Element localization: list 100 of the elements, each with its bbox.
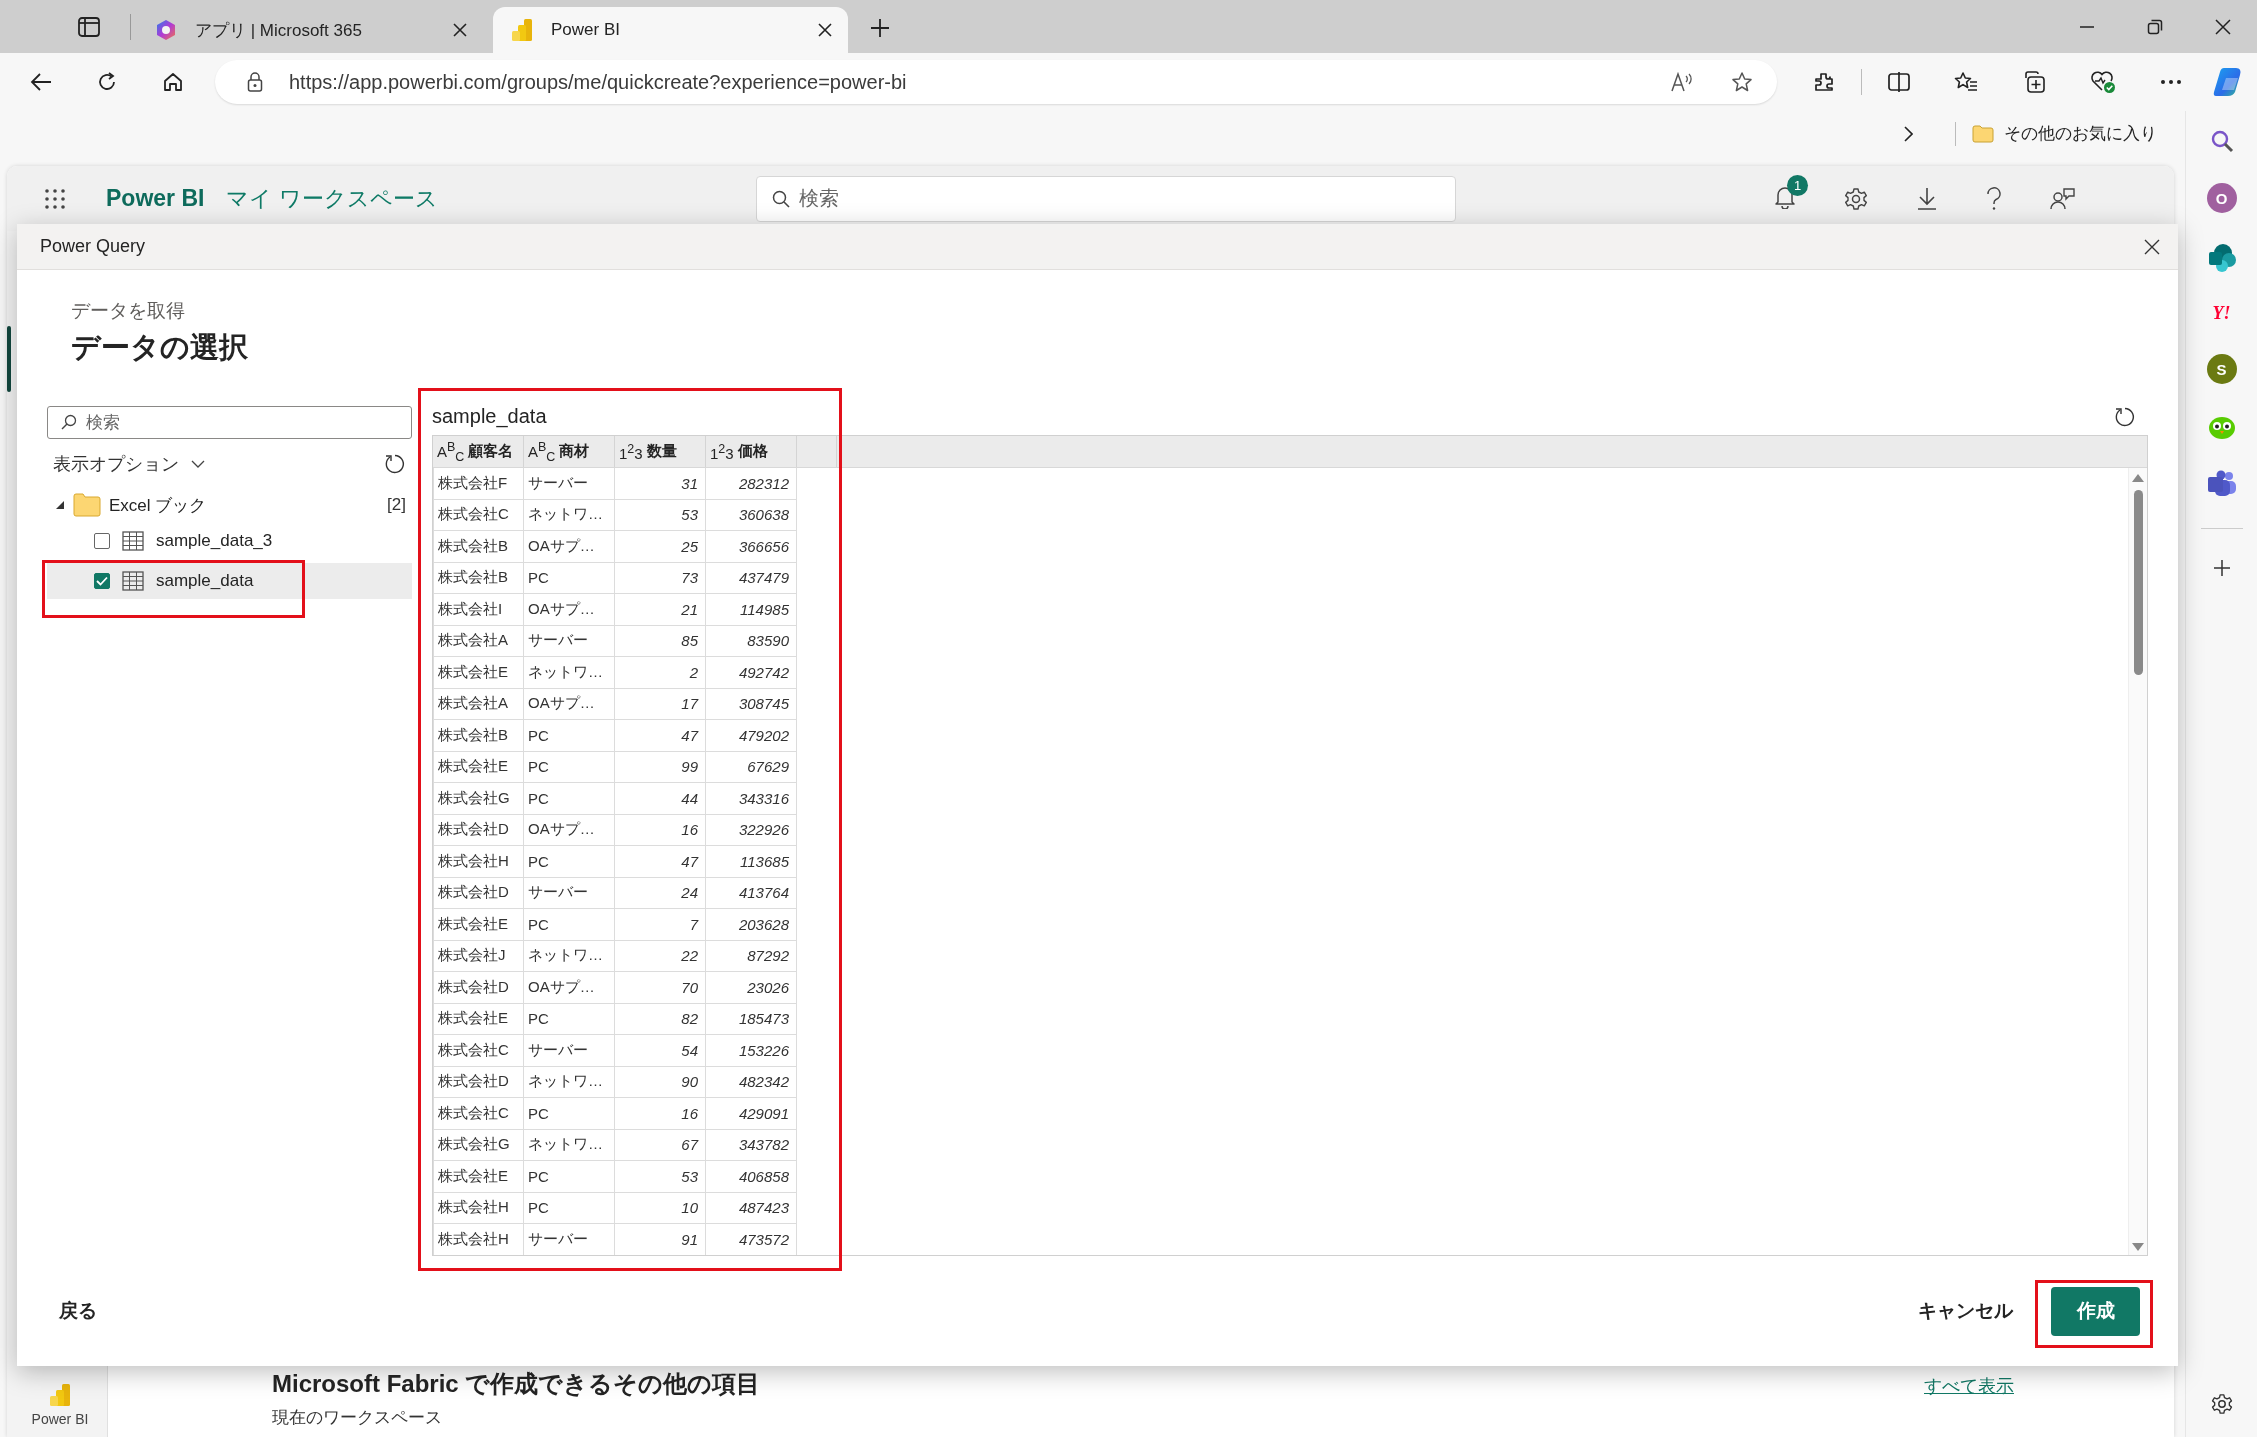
tree-folder[interactable]: Excel ブック [2] bbox=[47, 487, 412, 523]
table-cell: ネットワ… bbox=[524, 657, 615, 689]
table-cell: 482342 bbox=[706, 1066, 797, 1098]
favorites-folder[interactable]: その他のお気に入り bbox=[1972, 122, 2157, 145]
expand-triangle-icon[interactable] bbox=[55, 500, 65, 510]
refresh-button[interactable] bbox=[384, 453, 406, 475]
search-icon bbox=[61, 414, 77, 430]
column-header[interactable]: 1$^{2}$3 価格 bbox=[706, 436, 797, 467]
table-cell: 360638 bbox=[706, 499, 797, 531]
browser-tab[interactable]: Power BI bbox=[493, 7, 848, 53]
close-window-button[interactable] bbox=[2215, 19, 2231, 35]
workspace-link[interactable]: マイ ワークスペース bbox=[226, 183, 438, 214]
table-cell: 479202 bbox=[706, 720, 797, 752]
help-icon[interactable] bbox=[1986, 186, 2002, 211]
app-launcher-icon[interactable] bbox=[44, 187, 66, 210]
create-button[interactable]: 作成 bbox=[2051, 1286, 2140, 1336]
column-header[interactable]: A$^{B}$$_{C}$ 商材 bbox=[524, 436, 615, 467]
table-cell: サーバー bbox=[524, 1224, 615, 1255]
table-cell: 73 bbox=[615, 562, 706, 594]
new-tab-button[interactable] bbox=[870, 18, 890, 38]
table-cell: 406858 bbox=[706, 1161, 797, 1193]
settings-icon[interactable] bbox=[2210, 1393, 2233, 1415]
sharepoint-circles-icon[interactable] bbox=[2206, 243, 2237, 273]
tree-item[interactable]: sample_data_3 bbox=[47, 523, 412, 559]
feedback-icon[interactable] bbox=[2050, 186, 2076, 211]
owl-icon[interactable] bbox=[2207, 414, 2236, 440]
table-cell: PC bbox=[524, 1003, 615, 1035]
scrollbar[interactable] bbox=[2128, 468, 2147, 1255]
table-cell: 17 bbox=[615, 688, 706, 720]
back-button[interactable] bbox=[30, 72, 52, 92]
settings-icon[interactable] bbox=[1844, 186, 1868, 211]
collections-button[interactable] bbox=[2022, 70, 2046, 94]
close-dialog-button[interactable] bbox=[2144, 238, 2160, 255]
refresh-button[interactable] bbox=[2114, 405, 2136, 428]
app-avatar[interactable]: S bbox=[2206, 354, 2237, 384]
cancel-button[interactable]: キャンセル bbox=[1914, 1292, 2017, 1330]
app-avatar[interactable]: O bbox=[2206, 183, 2237, 213]
restore-button[interactable] bbox=[2147, 19, 2163, 35]
see-all-link[interactable]: すべて表示 bbox=[1924, 1374, 2014, 1398]
table-cell: 91 bbox=[615, 1224, 706, 1255]
search-field[interactable]: 検索 bbox=[47, 406, 412, 439]
yahoo-logo-icon[interactable]: Y! bbox=[2212, 303, 2231, 324]
browser-health-icon[interactable] bbox=[2090, 70, 2116, 94]
favorites-button[interactable] bbox=[1954, 71, 1978, 93]
refresh-button[interactable] bbox=[96, 71, 118, 93]
table-cell: 437479 bbox=[706, 562, 797, 594]
product-name[interactable]: Power BI bbox=[106, 185, 205, 212]
table-cell: 31 bbox=[615, 468, 706, 500]
column-header[interactable]: 1$^{2}$3 数量 bbox=[615, 436, 706, 467]
close-tab-button[interactable] bbox=[453, 23, 467, 37]
table-cell: 308745 bbox=[706, 688, 797, 720]
power-bi-nav-item[interactable]: Power BI bbox=[7, 1377, 107, 1437]
tree-item[interactable]: sample_data bbox=[47, 563, 412, 599]
more-options-icon[interactable] bbox=[2160, 79, 2182, 85]
tab-actions-icon[interactable] bbox=[78, 17, 100, 37]
favorite-star-button[interactable] bbox=[1731, 71, 1753, 93]
close-tab-button[interactable] bbox=[818, 23, 832, 37]
table-cell: 343782 bbox=[706, 1129, 797, 1161]
table-cell: 株式会社C bbox=[433, 1098, 524, 1130]
dialog-heading: データの選択 bbox=[71, 330, 249, 365]
checkbox[interactable] bbox=[94, 533, 110, 549]
table-cell: 株式会社H bbox=[433, 846, 524, 878]
table-cell: 366656 bbox=[706, 531, 797, 563]
table-cell: 株式会社E bbox=[433, 751, 524, 783]
table-cell: 203628 bbox=[706, 909, 797, 941]
table-cell: 株式会社B bbox=[433, 720, 524, 752]
table-cell: 23026 bbox=[706, 972, 797, 1004]
table-cell: 87292 bbox=[706, 940, 797, 972]
chevron-right-icon[interactable] bbox=[1903, 125, 1913, 142]
scroll-down-button[interactable] bbox=[2132, 1243, 2144, 1251]
table-cell: PC bbox=[524, 846, 615, 878]
split-screen-button[interactable] bbox=[1888, 72, 1910, 92]
read-aloud-button[interactable] bbox=[1671, 72, 1695, 92]
notification-bell-icon[interactable] bbox=[1774, 184, 1796, 209]
home-button[interactable] bbox=[162, 71, 184, 93]
scrollbar-thumb[interactable] bbox=[2133, 490, 2143, 675]
data-type-icon[interactable]: 1$^{2}$3 bbox=[710, 441, 734, 462]
address-bar[interactable]: https://app.powerbi.com/groups/me/quickcreate?experience=power-bi bbox=[215, 60, 1777, 104]
table-cell: 492742 bbox=[706, 657, 797, 689]
download-icon[interactable] bbox=[1916, 186, 1938, 211]
search-icon[interactable] bbox=[2209, 129, 2234, 153]
display-options-dropdown[interactable]: 表示オプション bbox=[53, 452, 205, 476]
table-cell: 株式会社D bbox=[433, 1066, 524, 1098]
add-icon[interactable] bbox=[2212, 559, 2231, 577]
column-header[interactable]: A$^{B}$$_{C}$ 顧客名 bbox=[433, 436, 524, 467]
table-icon bbox=[122, 531, 144, 551]
data-type-icon[interactable]: 1$^{2}$3 bbox=[619, 441, 643, 462]
people-chat-icon[interactable] bbox=[2206, 470, 2237, 498]
table-cell: 82 bbox=[615, 1003, 706, 1035]
scroll-up-button[interactable] bbox=[2132, 474, 2144, 482]
extensions-button[interactable] bbox=[1813, 71, 1835, 93]
table-cell: PC bbox=[524, 1192, 615, 1224]
preview-title: sample_data bbox=[432, 405, 547, 428]
browser-tab[interactable]: アプリ | Microsoft 365 bbox=[147, 7, 483, 53]
back-button[interactable]: 戻る bbox=[55, 1292, 101, 1330]
table-cell: 185473 bbox=[706, 1003, 797, 1035]
table-cell: 株式会社B bbox=[433, 562, 524, 594]
checkbox[interactable] bbox=[94, 573, 110, 589]
table-cell: 25 bbox=[615, 531, 706, 563]
table-cell: 83590 bbox=[706, 625, 797, 657]
